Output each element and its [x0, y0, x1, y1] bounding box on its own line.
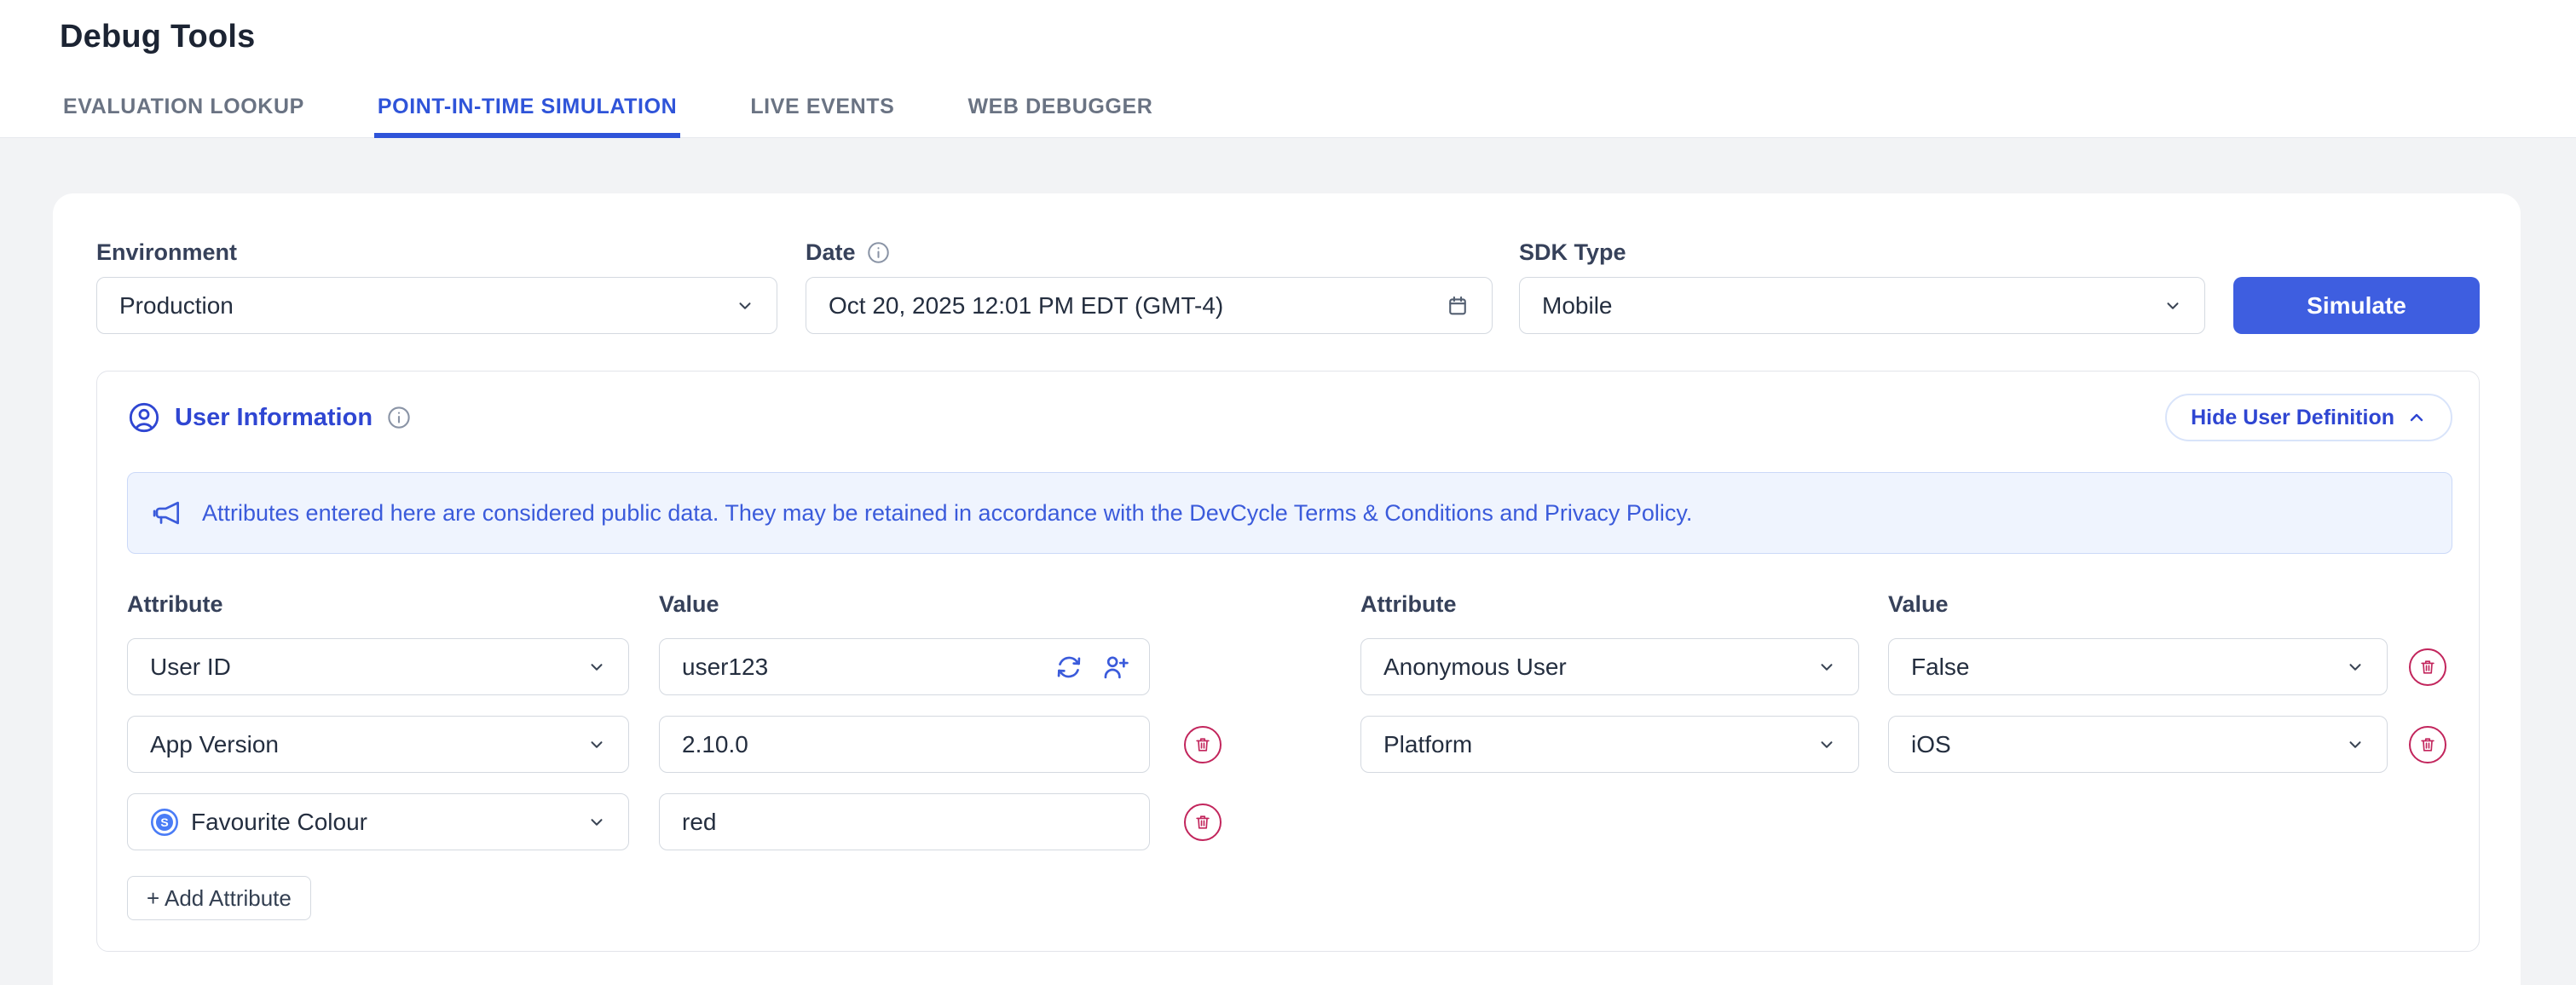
- attribute-select-favourite-colour[interactable]: S Favourite Colour: [127, 793, 629, 850]
- chevron-down-icon: [1817, 658, 1836, 677]
- info-icon[interactable]: [386, 405, 412, 430]
- sdk-type-label-text: SDK Type: [1519, 239, 1626, 266]
- attribute-selected-value: Platform: [1383, 731, 1472, 758]
- megaphone-icon: [151, 497, 183, 529]
- environment-selected-value: Production: [119, 292, 234, 320]
- trash-icon[interactable]: [2409, 648, 2446, 686]
- debug-tools-page: Debug Tools EVALUATION LOOKUP POINT-IN-T…: [0, 0, 2576, 985]
- date-field: Date Oct 20, 2025 12:01 PM EDT (GMT-4): [806, 239, 1493, 334]
- date-label-text: Date: [806, 239, 856, 266]
- user-information-section: User Information Hide User Definition: [96, 371, 2480, 952]
- user-information-title: User Information: [175, 404, 373, 432]
- person-add-icon[interactable]: [1100, 653, 1129, 682]
- simulation-controls: Environment Production Date: [96, 239, 2480, 334]
- sdk-type-select[interactable]: Mobile: [1519, 277, 2205, 334]
- main-content: Environment Production Date: [0, 193, 2576, 985]
- user-information-header: User Information Hide User Definition: [127, 394, 2452, 441]
- public-data-notice-text: Attributes entered here are considered p…: [202, 500, 1692, 527]
- add-attribute-button[interactable]: + Add Attribute: [127, 876, 311, 920]
- date-input[interactable]: Oct 20, 2025 12:01 PM EDT (GMT-4): [806, 277, 1493, 334]
- chevron-down-icon: [1817, 735, 1836, 754]
- environment-select[interactable]: Production: [96, 277, 777, 334]
- column-header-attribute: Attribute: [127, 591, 659, 618]
- chevron-down-icon: [587, 735, 606, 754]
- chevron-down-icon: [2346, 735, 2365, 754]
- attribute-selected-value: App Version: [150, 731, 279, 758]
- value-input-wrap: [659, 793, 1150, 850]
- calendar-icon[interactable]: [1446, 294, 1470, 318]
- row-actions: [1184, 726, 1222, 763]
- trash-icon[interactable]: [1184, 804, 1222, 841]
- hide-user-definition-label: Hide User Definition: [2191, 406, 2394, 430]
- column-header-attribute: Attribute: [1360, 591, 1888, 618]
- value-input-wrap: [659, 716, 1150, 773]
- tab-live-events[interactable]: LIVE EVENTS: [747, 95, 898, 138]
- environment-label: Environment: [96, 239, 777, 266]
- environment-field: Environment Production: [96, 239, 777, 334]
- svg-text:S: S: [160, 815, 168, 829]
- attribute-row: S Favourite Colour: [127, 793, 2452, 850]
- platform-value-select[interactable]: iOS: [1888, 716, 2388, 773]
- user-information-title-group: User Information: [127, 400, 412, 435]
- app-version-value-input[interactable]: [659, 716, 1150, 773]
- refresh-icon[interactable]: [1054, 653, 1083, 682]
- value-input-wrap: [659, 638, 1150, 695]
- simulation-card: Environment Production Date: [53, 193, 2521, 985]
- trash-icon[interactable]: [1184, 726, 1222, 763]
- attribute-select-user-id[interactable]: User ID: [127, 638, 629, 695]
- attribute-selected-value: User ID: [150, 654, 231, 681]
- chevron-up-icon: [2406, 407, 2427, 428]
- anonymous-user-value-select[interactable]: False: [1888, 638, 2388, 695]
- public-data-notice: Attributes entered here are considered p…: [127, 472, 2452, 554]
- value-selected: iOS: [1911, 731, 1951, 758]
- tab-bar: EVALUATION LOOKUP POINT-IN-TIME SIMULATI…: [60, 95, 1156, 138]
- column-header-value: Value: [1888, 591, 2446, 618]
- sdk-type-field: SDK Type Mobile: [1519, 239, 2205, 334]
- column-header-value: Value: [659, 591, 1360, 618]
- tab-web-debugger[interactable]: WEB DEBUGGER: [964, 95, 1156, 138]
- value-selected: False: [1911, 654, 1969, 681]
- sdk-type-label: SDK Type: [1519, 239, 2205, 266]
- favourite-colour-value-input[interactable]: [659, 793, 1150, 850]
- row-actions: [1184, 804, 1222, 841]
- environment-label-text: Environment: [96, 239, 237, 266]
- tab-evaluation-lookup[interactable]: EVALUATION LOOKUP: [60, 95, 308, 138]
- page-title: Debug Tools: [60, 19, 255, 55]
- date-value: Oct 20, 2025 12:01 PM EDT (GMT-4): [829, 292, 1223, 320]
- attribute-select-anonymous-user[interactable]: Anonymous User: [1360, 638, 1859, 695]
- sdk-type-selected-value: Mobile: [1542, 292, 1612, 320]
- page-header: Debug Tools EVALUATION LOOKUP POINT-IN-T…: [0, 0, 2576, 138]
- trash-icon[interactable]: [2409, 726, 2446, 763]
- attribute-select-platform[interactable]: Platform: [1360, 716, 1859, 773]
- attribute-select-app-version[interactable]: App Version: [127, 716, 629, 773]
- attribute-selected-value: Anonymous User: [1383, 654, 1567, 681]
- date-label: Date: [806, 239, 1493, 266]
- simulate-button[interactable]: Simulate: [2233, 277, 2480, 334]
- attribute-row: App Version Platform: [127, 716, 2452, 773]
- attribute-grid-header: Attribute Value Attribute Value: [127, 591, 2452, 618]
- chevron-down-icon: [2346, 658, 2365, 677]
- user-id-input-actions: [1054, 638, 1129, 695]
- chevron-down-icon: [587, 658, 606, 677]
- hide-user-definition-button[interactable]: Hide User Definition: [2165, 394, 2452, 441]
- s-badge-icon: S: [150, 808, 179, 837]
- tab-point-in-time-simulation[interactable]: POINT-IN-TIME SIMULATION: [374, 95, 680, 138]
- user-circle-icon: [127, 400, 161, 435]
- attribute-selected-value: Favourite Colour: [191, 809, 367, 836]
- info-icon[interactable]: [866, 240, 891, 265]
- attribute-row: User ID: [127, 638, 2452, 695]
- chevron-down-icon: [2163, 297, 2182, 315]
- chevron-down-icon: [587, 813, 606, 832]
- chevron-down-icon: [736, 297, 754, 315]
